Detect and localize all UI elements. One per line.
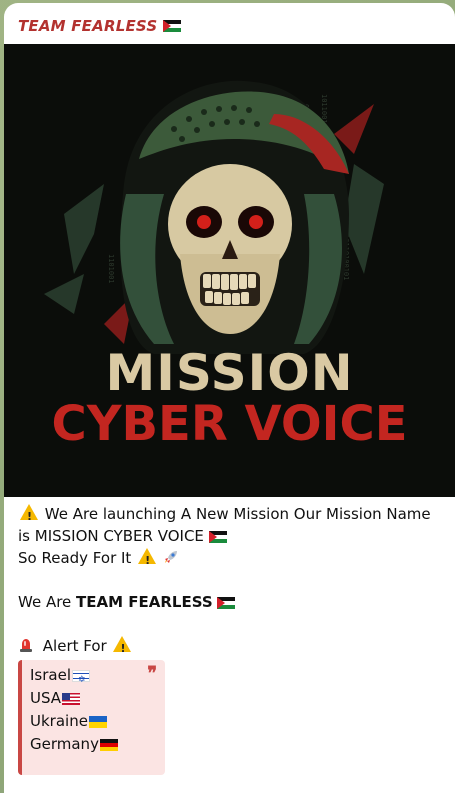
palestine-flag-icon xyxy=(217,596,236,609)
message-line-3: So Ready For It xyxy=(18,547,443,572)
post-image[interactable]: 0101101001101 1011001010110100 010011010… xyxy=(4,44,455,497)
channel-post-bubble: TEAM FEARLESS 0101101001101 101100101011… xyxy=(4,3,455,793)
svg-text:1101001: 1101001 xyxy=(107,254,115,284)
quote-icon: ❞ xyxy=(147,663,157,684)
blockquote: ❞ Israel USA Ukraine Germany xyxy=(18,660,165,775)
warning-icon xyxy=(20,504,38,528)
channel-name-label: TEAM FEARLESS xyxy=(18,17,158,35)
message-line-2: is MISSION CYBER VOICE xyxy=(18,525,443,547)
israel-flag-icon xyxy=(72,669,90,692)
message-line-5: We Are TEAM FEARLESS xyxy=(18,591,443,613)
message-text: We Are launching A New Mission Our Missi… xyxy=(18,503,443,660)
rocket-icon xyxy=(164,551,177,563)
poster-title-line1: MISSION xyxy=(105,344,354,402)
warning-icon xyxy=(138,548,157,572)
poster-title-line2: CYBER VOICE xyxy=(51,396,408,452)
message-spacer xyxy=(18,613,443,635)
blockquote-accent-bar xyxy=(18,660,22,775)
siren-icon xyxy=(20,639,32,652)
channel-name[interactable]: TEAM FEARLESS xyxy=(18,14,182,38)
palestine-flag-icon xyxy=(208,530,227,543)
list-item: Israel xyxy=(30,664,118,692)
warning-icon xyxy=(113,636,132,660)
message-line-1: We Are launching A New Mission Our Missi… xyxy=(18,503,443,528)
ukraine-flag-icon xyxy=(88,715,107,728)
usa-flag-icon xyxy=(62,692,81,705)
message-line-alert: Alert For xyxy=(18,635,443,660)
list-item: Ukraine xyxy=(30,710,118,733)
message-spacer xyxy=(18,569,443,591)
list-item: USA xyxy=(30,687,118,710)
list-item: Germany xyxy=(30,733,118,756)
palestine-flag-icon xyxy=(163,20,182,32)
blockquote-list: Israel USA Ukraine Germany xyxy=(30,664,118,756)
germany-flag-icon xyxy=(99,738,118,751)
